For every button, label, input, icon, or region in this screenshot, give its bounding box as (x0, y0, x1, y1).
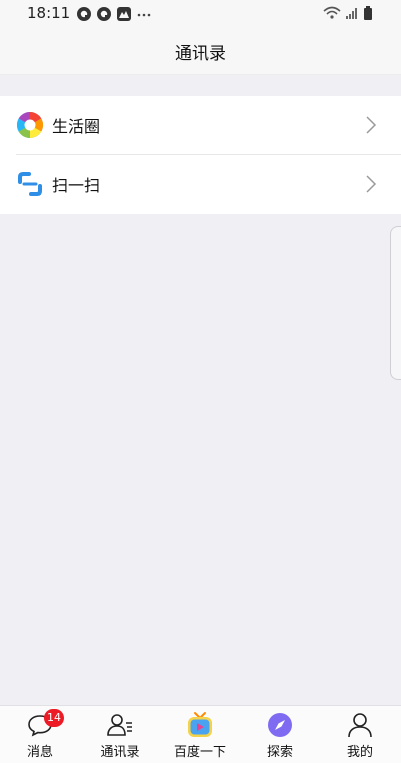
tab-messages[interactable]: 14 消息 (0, 706, 80, 763)
tab-label: 我的 (346, 745, 373, 760)
signal-icon (345, 5, 359, 25)
compass-icon (266, 711, 294, 739)
tv-app-icon (186, 711, 214, 739)
chevron-right-icon (365, 116, 377, 134)
chevron-right-icon (365, 175, 377, 193)
tab-bar: 14 消息 通讯录 百度一下 探索 我的 (0, 705, 401, 763)
list-item-label: 生活圈 (52, 117, 101, 136)
header: 通讯录 (0, 28, 401, 75)
qq-icon (96, 6, 112, 26)
list-item-scan[interactable]: 扫一扫 (0, 155, 401, 213)
qq-icon (76, 6, 92, 26)
status-time: 18:11 (27, 4, 71, 22)
tab-label: 消息 (26, 745, 53, 760)
tab-me[interactable]: 我的 (320, 706, 400, 763)
menu-list: 生活圈 扫一扫 (0, 96, 401, 214)
battery-icon (363, 5, 373, 25)
page-title: 通讯录 (175, 44, 226, 64)
tab-baidu[interactable]: 百度一下 (160, 706, 240, 763)
unread-badge: 14 (44, 709, 64, 727)
system-icons (323, 5, 373, 25)
tab-contacts[interactable]: 通讯录 (80, 706, 160, 763)
status-bar: 18:11 (0, 0, 401, 28)
scan-icon (16, 170, 44, 198)
side-drawer-handle[interactable] (390, 226, 401, 380)
mountain-app-icon (116, 6, 132, 26)
tab-label: 百度一下 (173, 745, 226, 760)
contacts-icon (106, 711, 134, 739)
list-item-label: 扫一扫 (52, 176, 101, 195)
camera-aperture-icon (16, 111, 44, 139)
wifi-icon (323, 5, 341, 25)
tab-label: 探索 (266, 745, 293, 760)
notification-icons (76, 6, 152, 26)
list-item-life-circle[interactable]: 生活圈 (0, 96, 401, 154)
person-icon (346, 711, 374, 739)
tab-explore[interactable]: 探索 (240, 706, 320, 763)
tab-label: 通讯录 (100, 745, 140, 760)
more-dots-icon (136, 6, 152, 26)
